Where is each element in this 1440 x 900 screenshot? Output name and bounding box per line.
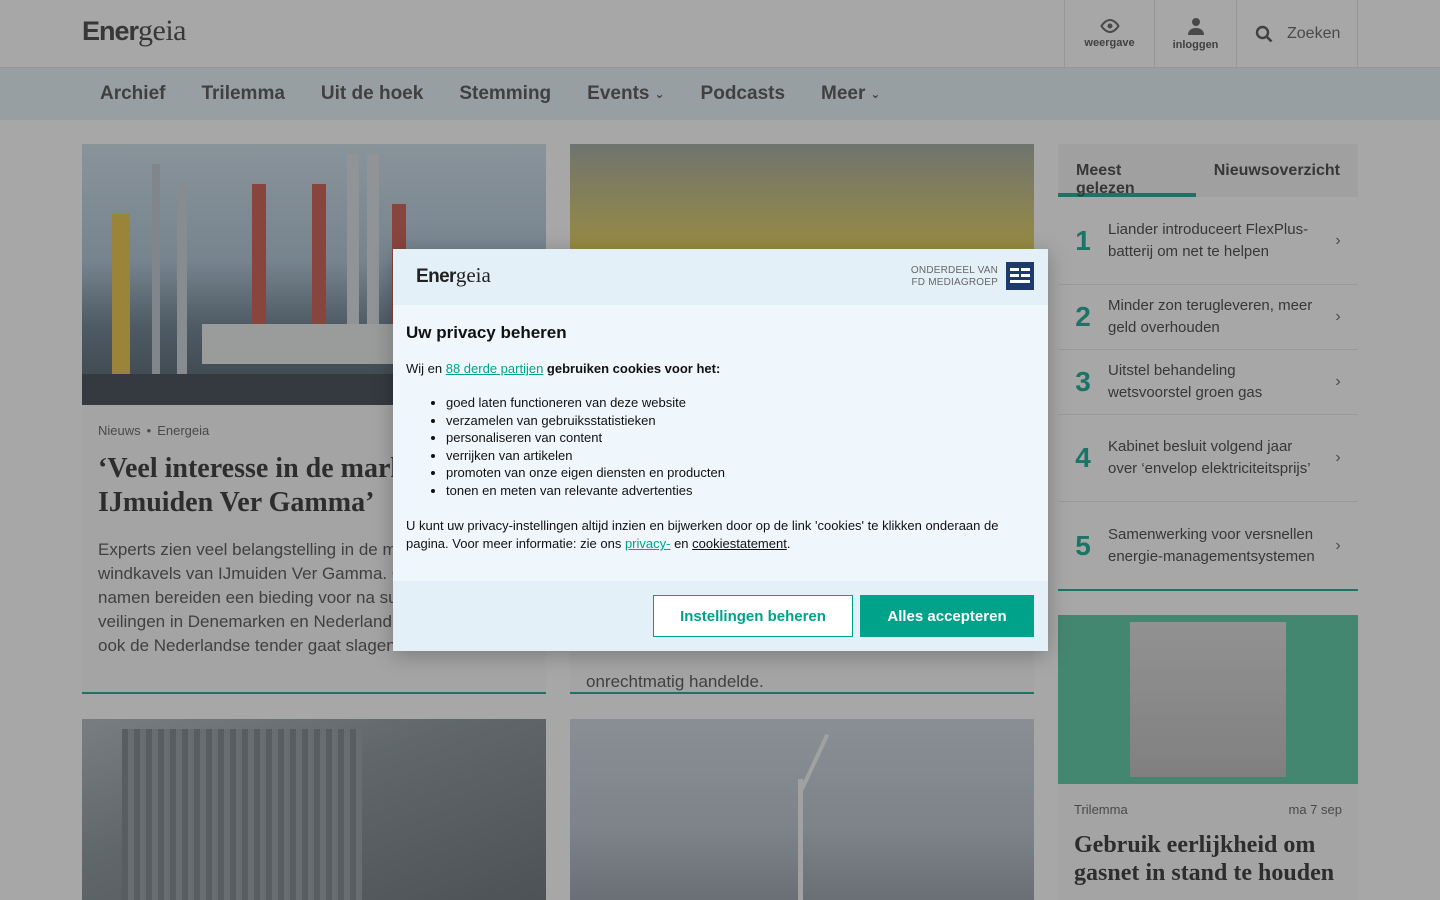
fd-group-label: ONDERDEEL VAN FD MEDIAGROEP bbox=[910, 265, 998, 288]
privacy-modal: Energeia ONDERDEEL VAN FD MEDIAGROEP Uw … bbox=[393, 249, 1048, 651]
modal-header: Energeia ONDERDEEL VAN FD MEDIAGROEP bbox=[393, 249, 1048, 305]
list-item: verrijken van artikelen bbox=[446, 447, 1035, 465]
modal-footer: Instellingen beheren Alles accepteren bbox=[393, 581, 1048, 651]
list-item: verzamelen van gebruiksstatistieken bbox=[446, 412, 1035, 430]
modal-intro: Wij en 88 derde partijen gebruiken cooki… bbox=[406, 361, 721, 376]
list-item: goed laten functioneren van deze website bbox=[446, 394, 1035, 412]
modal-body: Uw privacy beheren Wij en 88 derde parti… bbox=[393, 305, 1048, 553]
cookie-purposes-list: goed laten functioneren van deze website… bbox=[446, 394, 1035, 499]
third-parties-link[interactable]: 88 derde partijen bbox=[446, 361, 544, 376]
list-item: tonen en meten van relevante advertentie… bbox=[446, 482, 1035, 500]
cookie-statement-link[interactable]: cookiestatement bbox=[692, 536, 787, 551]
manage-settings-button[interactable]: Instellingen beheren bbox=[653, 595, 853, 637]
accept-all-button[interactable]: Alles accepteren bbox=[860, 595, 1034, 637]
list-item: promoten van onze eigen diensten en prod… bbox=[446, 464, 1035, 482]
modal-logo: Energeia bbox=[416, 263, 491, 287]
list-item: personaliseren van content bbox=[446, 429, 1035, 447]
modal-outro: U kunt uw privacy-instellingen altijd in… bbox=[406, 518, 999, 551]
modal-title: Uw privacy beheren bbox=[406, 323, 567, 342]
fd-mediagroep-logo bbox=[1006, 262, 1034, 290]
privacy-link[interactable]: privacy- bbox=[625, 536, 671, 551]
